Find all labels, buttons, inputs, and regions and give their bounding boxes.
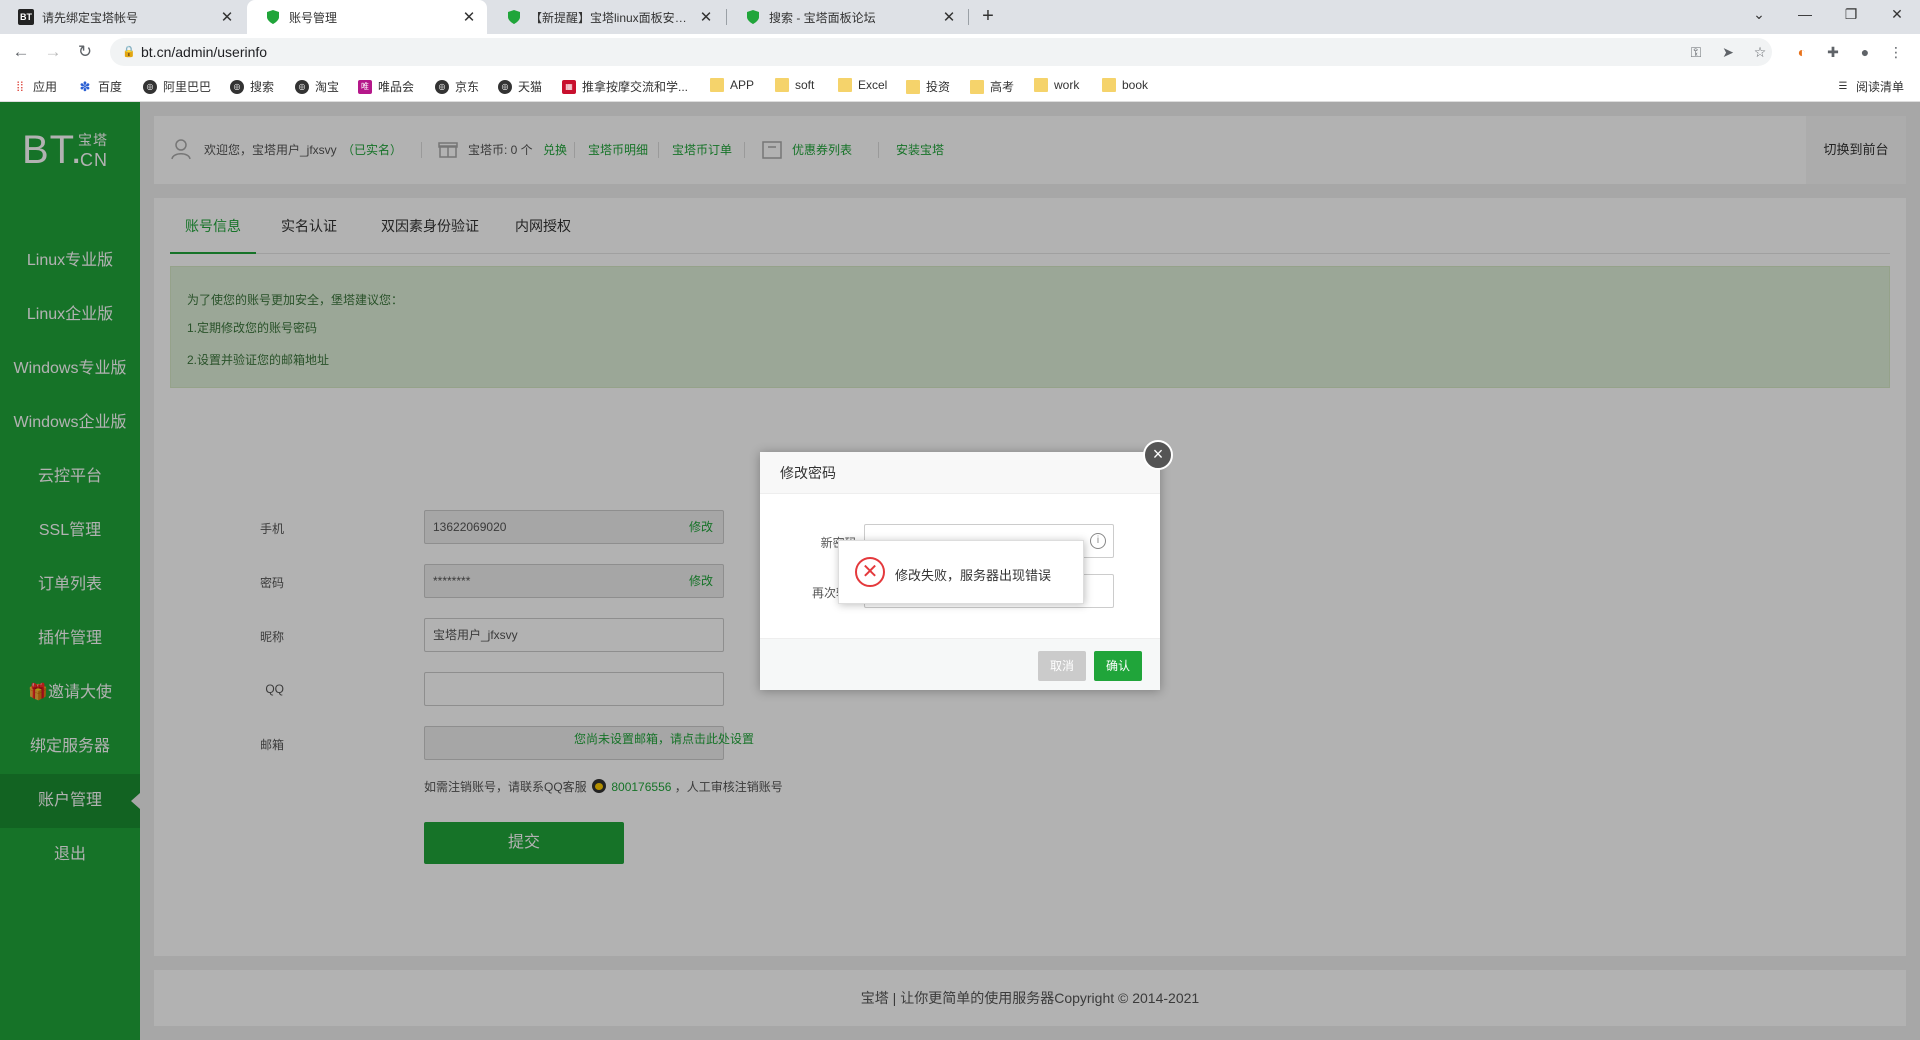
url-text: bt.cn/admin/userinfo bbox=[141, 44, 268, 60]
window-close-icon[interactable]: ✕ bbox=[1874, 0, 1920, 28]
dialog-footer: 取消 确认 bbox=[760, 638, 1160, 690]
close-icon[interactable]: ✕ bbox=[941, 8, 957, 26]
baidu-paw-icon: ✽ bbox=[79, 78, 91, 94]
bookmark-label: soft bbox=[795, 78, 815, 92]
bookmark-label: 淘宝 bbox=[315, 80, 340, 94]
bookmark-item[interactable]: ◎ 京东 bbox=[435, 78, 479, 95]
minimize-icon[interactable]: — bbox=[1782, 0, 1828, 28]
bookmark-label: 应用 bbox=[33, 80, 58, 94]
folder-icon bbox=[906, 79, 920, 94]
globe-icon: ◎ bbox=[230, 79, 244, 94]
bookmark-label: APP bbox=[730, 78, 755, 92]
confirm-button[interactable]: 确认 bbox=[1094, 651, 1142, 681]
key-icon[interactable]: ⚿ bbox=[1686, 42, 1706, 62]
bookmark-label: 阿里巴巴 bbox=[163, 80, 212, 94]
bookmark-label: 京东 bbox=[455, 80, 480, 94]
error-toast: ✕ 修改失败，服务器出现错误 bbox=[838, 540, 1084, 604]
browser-tab[interactable]: 搜索 - 宝塔面板论坛 ✕ bbox=[727, 0, 967, 34]
puzzle-icon[interactable]: ✚ bbox=[1823, 42, 1843, 62]
tab-title: 账号管理 bbox=[289, 10, 338, 25]
tab-separator bbox=[968, 9, 969, 25]
browser-tab-active[interactable]: 账号管理 ✕ bbox=[247, 0, 487, 34]
forward-arrow-icon[interactable]: → bbox=[41, 40, 65, 64]
bookmark-folder[interactable]: work bbox=[1034, 78, 1079, 92]
bookmark-item[interactable]: ▦ 推拿按摩交流和学... bbox=[562, 78, 688, 95]
folder-icon bbox=[838, 78, 852, 92]
error-message: 修改失败，服务器出现错误 bbox=[895, 568, 1052, 583]
bookmark-label: 百度 bbox=[98, 80, 123, 94]
folder-icon bbox=[970, 79, 984, 94]
cancel-button[interactable]: 取消 bbox=[1038, 651, 1086, 681]
bookmark-item[interactable]: ◎ 淘宝 bbox=[295, 78, 339, 95]
bookmark-label: 唯品会 bbox=[378, 80, 415, 94]
bookmark-label: 高考 bbox=[990, 80, 1015, 94]
tab-title: 搜索 - 宝塔面板论坛 bbox=[769, 10, 876, 25]
profile-avatar-icon[interactable]: ● bbox=[1855, 42, 1875, 62]
close-icon[interactable]: ✕ bbox=[698, 8, 714, 26]
bookmark-folder[interactable]: soft bbox=[775, 78, 814, 92]
browser-tab[interactable]: BT 请先绑定宝塔帐号 ✕ bbox=[0, 0, 245, 34]
bookmark-label: book bbox=[1122, 78, 1149, 92]
globe-icon: ◎ bbox=[295, 79, 309, 94]
globe-icon: ◎ bbox=[435, 79, 449, 94]
globe-icon: ◎ bbox=[498, 79, 512, 94]
shield-icon bbox=[745, 9, 761, 25]
browser-tab[interactable]: 【新提醒】宝塔linux面板安装便 ✕ bbox=[488, 0, 724, 34]
close-icon[interactable]: ✕ bbox=[461, 8, 477, 26]
bookmark-item[interactable]: ✽ 百度 bbox=[78, 78, 122, 95]
bookmark-item[interactable]: 唯唯品会 bbox=[358, 78, 414, 95]
close-icon[interactable]: ✕ bbox=[219, 8, 235, 26]
send-icon[interactable]: ➤ bbox=[1718, 42, 1738, 62]
url-bar[interactable]: 🔒 bt.cn/admin/userinfo ⚿ ➤ ☆ bbox=[110, 38, 1772, 66]
folder-icon bbox=[775, 78, 789, 92]
reading-list-icon: ☰ bbox=[1838, 81, 1848, 92]
globe-icon: ◎ bbox=[143, 79, 157, 94]
tab-search-icon[interactable]: ⌄ bbox=[1736, 0, 1782, 28]
vip-icon: 唯 bbox=[358, 79, 372, 94]
bookmark-folder[interactable]: 高考 bbox=[970, 78, 1014, 95]
bt-favicon-icon: BT bbox=[18, 9, 34, 25]
bookmark-label: 天猫 bbox=[518, 80, 543, 94]
reading-list[interactable]: ☰ 阅读清单 bbox=[1836, 78, 1905, 95]
bookmark-apps[interactable]: ⁞⁞ 应用 bbox=[13, 78, 57, 95]
red-square-icon: ▦ bbox=[562, 79, 576, 94]
apps-grid-icon: ⁞⁞ bbox=[16, 79, 24, 94]
bookmark-item[interactable]: ◎ 天猫 bbox=[498, 78, 542, 95]
lock-icon: 🔒 bbox=[122, 46, 136, 58]
bookmark-label: 推拿按摩交流和学... bbox=[582, 80, 689, 94]
bookmark-label: Excel bbox=[858, 78, 888, 92]
bookmark-item[interactable]: ◎ 阿里巴巴 bbox=[143, 78, 211, 95]
dialog-close-icon[interactable]: × bbox=[1143, 440, 1173, 470]
bookmark-label: work bbox=[1054, 78, 1080, 92]
reading-list-label: 阅读清单 bbox=[1856, 80, 1905, 94]
extension-icon[interactable]: ◐ bbox=[1792, 42, 1812, 62]
star-icon[interactable]: ☆ bbox=[1750, 42, 1770, 62]
info-icon[interactable]: i bbox=[1090, 533, 1106, 549]
folder-icon bbox=[710, 78, 724, 92]
bookmark-label: 投资 bbox=[926, 80, 951, 94]
reload-icon[interactable]: ↻ bbox=[73, 40, 97, 64]
back-arrow-icon[interactable]: ← bbox=[9, 40, 33, 64]
bookmark-folder[interactable]: APP bbox=[710, 78, 754, 92]
bookmark-label: 搜索 bbox=[250, 80, 275, 94]
error-x-icon: ✕ bbox=[855, 557, 885, 587]
tab-title: 请先绑定宝塔帐号 bbox=[42, 10, 139, 25]
bookmark-folder[interactable]: Excel bbox=[838, 78, 887, 92]
menu-dots-icon[interactable]: ⋮ bbox=[1886, 42, 1906, 62]
folder-icon bbox=[1034, 78, 1048, 92]
address-toolbar: ← → ↻ 🔒 bt.cn/admin/userinfo ⚿ ➤ ☆ ◐ ✚ ●… bbox=[0, 34, 1920, 70]
bookmark-folder[interactable]: book bbox=[1102, 78, 1148, 92]
bookmark-item[interactable]: ◎ 搜索 bbox=[230, 78, 274, 95]
shield-icon bbox=[506, 9, 522, 25]
dialog-title: 修改密码 bbox=[760, 452, 1160, 494]
shield-icon bbox=[265, 9, 281, 25]
restore-icon[interactable]: ❐ bbox=[1828, 0, 1874, 28]
tab-title: 【新提醒】宝塔linux面板安装便 bbox=[530, 10, 698, 25]
browser-tab-bar: BT 请先绑定宝塔帐号 ✕ 账号管理 ✕ 【新提醒】宝塔linux面板安装便 ✕… bbox=[0, 0, 1920, 34]
bookmark-folder[interactable]: 投资 bbox=[906, 78, 950, 95]
bookmarks-bar: ⁞⁞ 应用 ✽ 百度 ◎ 阿里巴巴 ◎ 搜索 ◎ 淘宝 唯唯品会 ◎ 京东 ◎ 天猫 ▦ 推拿按… bbox=[0, 70, 1920, 102]
new-tab-button[interactable]: + bbox=[976, 5, 1000, 29]
folder-icon bbox=[1102, 78, 1116, 92]
